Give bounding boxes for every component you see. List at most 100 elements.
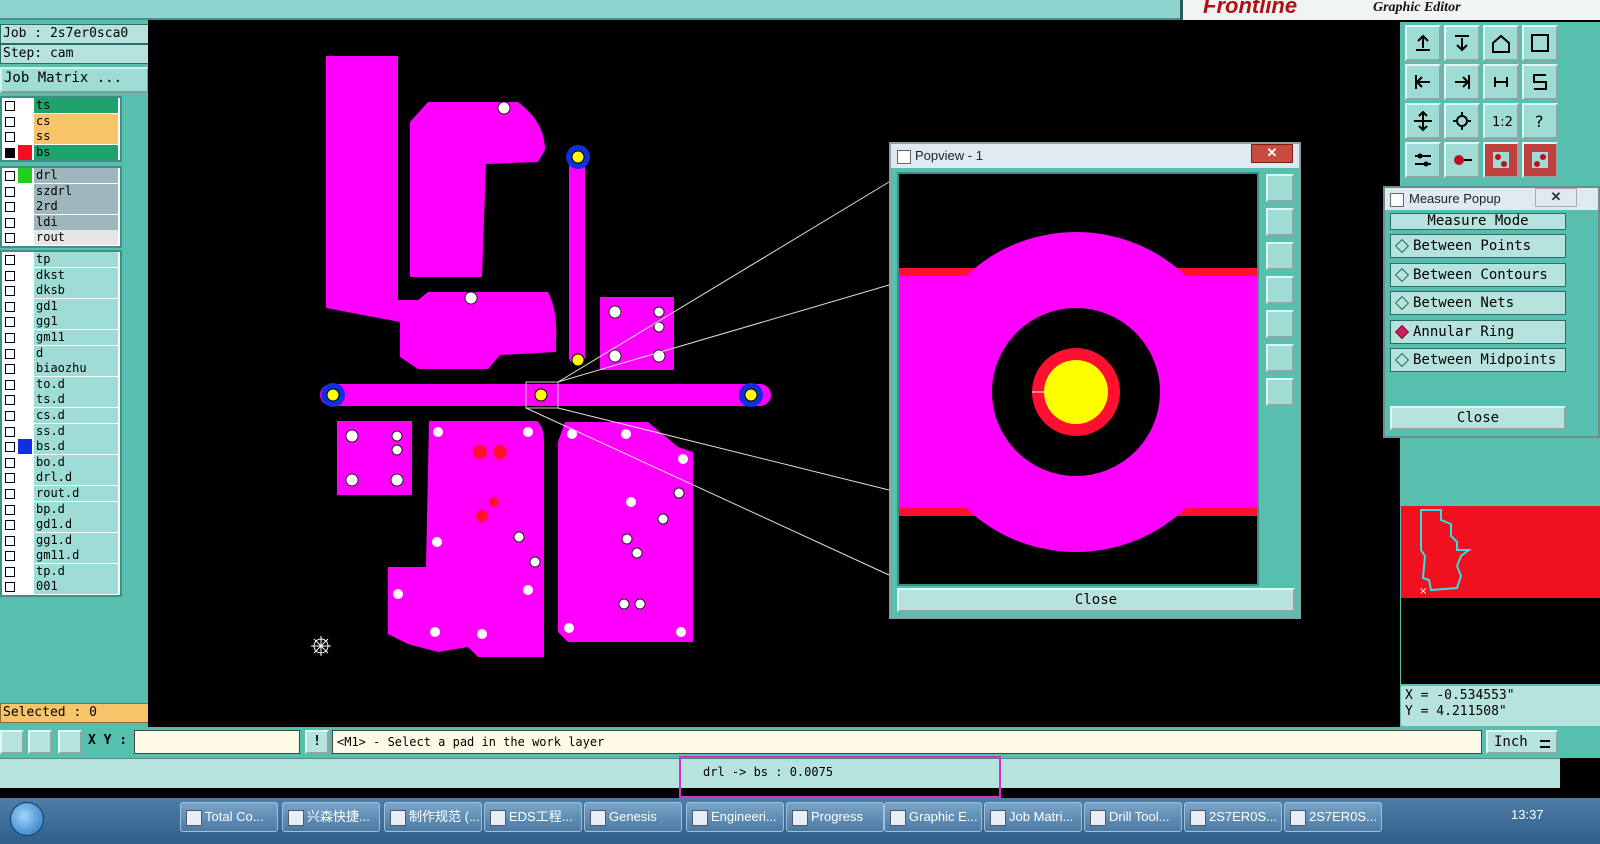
- job-matrix-button[interactable]: Job Matrix ...: [0, 67, 149, 93]
- drill-hole[interactable]: [390, 473, 404, 487]
- board-minimap[interactable]: ×: [1401, 506, 1600, 598]
- measure-close-x-button[interactable]: ✕: [1535, 188, 1577, 207]
- settings-button[interactable]: [1405, 142, 1441, 178]
- unit-select[interactable]: Inch: [1486, 730, 1558, 754]
- measure-close-button[interactable]: Close: [1390, 406, 1566, 430]
- layer-checkbox[interactable]: [5, 473, 15, 484]
- layer-row[interactable]: dksb: [2, 283, 120, 299]
- net-highlight-button[interactable]: [1483, 142, 1519, 178]
- layer-checkbox[interactable]: [5, 202, 15, 213]
- layer-row[interactable]: 2rd: [2, 199, 120, 215]
- layer-row[interactable]: rout.d: [2, 485, 120, 502]
- cmd-tool-1-button[interactable]: [0, 730, 24, 754]
- drill-hole[interactable]: [652, 349, 666, 363]
- drill-hole[interactable]: [529, 556, 541, 568]
- layer-checkbox[interactable]: [5, 551, 15, 562]
- layer-checkbox[interactable]: [5, 426, 15, 437]
- layer-checkbox[interactable]: [5, 457, 15, 468]
- zoom-fit-button[interactable]: [1405, 103, 1441, 139]
- grid-button[interactable]: [58, 730, 82, 754]
- layer-checkbox[interactable]: [5, 217, 15, 228]
- layer-checkbox[interactable]: [5, 317, 15, 328]
- layer-checkbox[interactable]: [5, 504, 15, 515]
- layer-checkbox[interactable]: [5, 520, 15, 531]
- popview-canvas[interactable]: [897, 172, 1259, 586]
- exclaim-button[interactable]: !: [305, 730, 329, 754]
- snap-button[interactable]: [1522, 64, 1558, 100]
- layer-checkbox[interactable]: [5, 171, 15, 181]
- measure-option[interactable]: Between Contours: [1390, 262, 1566, 287]
- layer-checkbox[interactable]: [5, 101, 15, 111]
- scale-1-2-button[interactable]: 1:2: [1483, 103, 1519, 139]
- layer-row[interactable]: tp: [2, 252, 120, 268]
- layer-row[interactable]: szdrl: [2, 183, 120, 200]
- taskbar-item[interactable]: Graphic E...: [884, 802, 982, 832]
- redraw-button[interactable]: [1483, 64, 1519, 100]
- popview-left-button[interactable]: [1266, 276, 1294, 304]
- layer-checkbox[interactable]: [5, 233, 15, 244]
- layer-checkbox[interactable]: [5, 255, 15, 265]
- layer-checkbox[interactable]: [5, 301, 15, 312]
- layer-row[interactable]: cs.d: [2, 407, 120, 424]
- measure-option[interactable]: Between Points: [1390, 234, 1566, 258]
- popview-close-x-button[interactable]: ✕: [1251, 144, 1293, 163]
- drill-hole[interactable]: [608, 349, 622, 363]
- start-button[interactable]: [10, 802, 44, 836]
- popview-up-button[interactable]: [1266, 208, 1294, 236]
- taskbar-item[interactable]: Total Co...: [180, 802, 278, 832]
- layer-checkbox[interactable]: [5, 566, 15, 577]
- cmd-tool-2-button[interactable]: [28, 730, 52, 754]
- zoom-down-button[interactable]: [1444, 25, 1480, 61]
- layer-row[interactable]: ts: [2, 98, 120, 114]
- layer-row[interactable]: gd1: [2, 298, 120, 315]
- layer-checkbox[interactable]: [5, 186, 15, 197]
- layer-row[interactable]: gg1.d: [2, 532, 120, 549]
- pin-button[interactable]: [1444, 142, 1480, 178]
- layer-row[interactable]: d: [2, 345, 120, 362]
- zoom-up-button[interactable]: [1405, 25, 1441, 61]
- layer-checkbox[interactable]: [5, 147, 15, 158]
- home-button[interactable]: [1483, 25, 1519, 61]
- layer-row[interactable]: cs: [2, 113, 120, 130]
- layer-checkbox[interactable]: [5, 348, 15, 359]
- layer-checkbox[interactable]: [5, 582, 15, 593]
- layer-checkbox[interactable]: [5, 410, 15, 421]
- layer-checkbox[interactable]: [5, 535, 15, 546]
- layer-row[interactable]: biaozhu: [2, 361, 120, 377]
- drill-hole[interactable]: [464, 291, 478, 305]
- layer-row[interactable]: ss.d: [2, 423, 120, 440]
- drill-hole[interactable]: [345, 473, 359, 487]
- drill-hole[interactable]: [345, 429, 359, 443]
- layer-checkbox[interactable]: [5, 332, 15, 343]
- layer-checkbox[interactable]: [5, 395, 15, 406]
- measure-option[interactable]: Between Midpoints: [1390, 348, 1566, 372]
- taskbar-item[interactable]: 制作规范 (...: [384, 802, 482, 832]
- fit-window-button[interactable]: [1522, 25, 1558, 61]
- layer-checkbox[interactable]: [5, 364, 15, 375]
- layer-row[interactable]: gm11: [2, 329, 120, 346]
- taskbar-item[interactable]: 2S7ER0S...: [1184, 802, 1282, 832]
- layer-row[interactable]: gd1.d: [2, 517, 120, 533]
- drill-hole[interactable]: [497, 101, 511, 115]
- layer-row[interactable]: to.d: [2, 376, 120, 393]
- layer-row[interactable]: dkst: [2, 267, 120, 284]
- popview-right-button[interactable]: [1266, 310, 1294, 338]
- pan-left-button[interactable]: [1405, 64, 1441, 100]
- layer-checkbox[interactable]: [5, 116, 15, 127]
- drill-hole[interactable]: [618, 598, 630, 610]
- layer-row[interactable]: ldi: [2, 214, 120, 231]
- layer-row[interactable]: drl.d: [2, 470, 120, 486]
- drill-hole[interactable]: [621, 533, 633, 545]
- layer-checkbox[interactable]: [5, 442, 15, 453]
- layer-checkbox[interactable]: [5, 379, 15, 390]
- layer-row[interactable]: bo.d: [2, 454, 120, 471]
- popview-fit-button[interactable]: [1266, 344, 1294, 372]
- drill-hole[interactable]: [513, 531, 525, 543]
- drill-hole[interactable]: [653, 306, 665, 318]
- pan-right-button[interactable]: [1444, 64, 1480, 100]
- taskbar-item[interactable]: Genesis: [584, 802, 682, 832]
- layer-row[interactable]: drl: [2, 168, 120, 184]
- layer-checkbox[interactable]: [5, 270, 15, 281]
- popview-close-button[interactable]: Close: [897, 588, 1295, 612]
- net-compare-button[interactable]: [1522, 142, 1558, 178]
